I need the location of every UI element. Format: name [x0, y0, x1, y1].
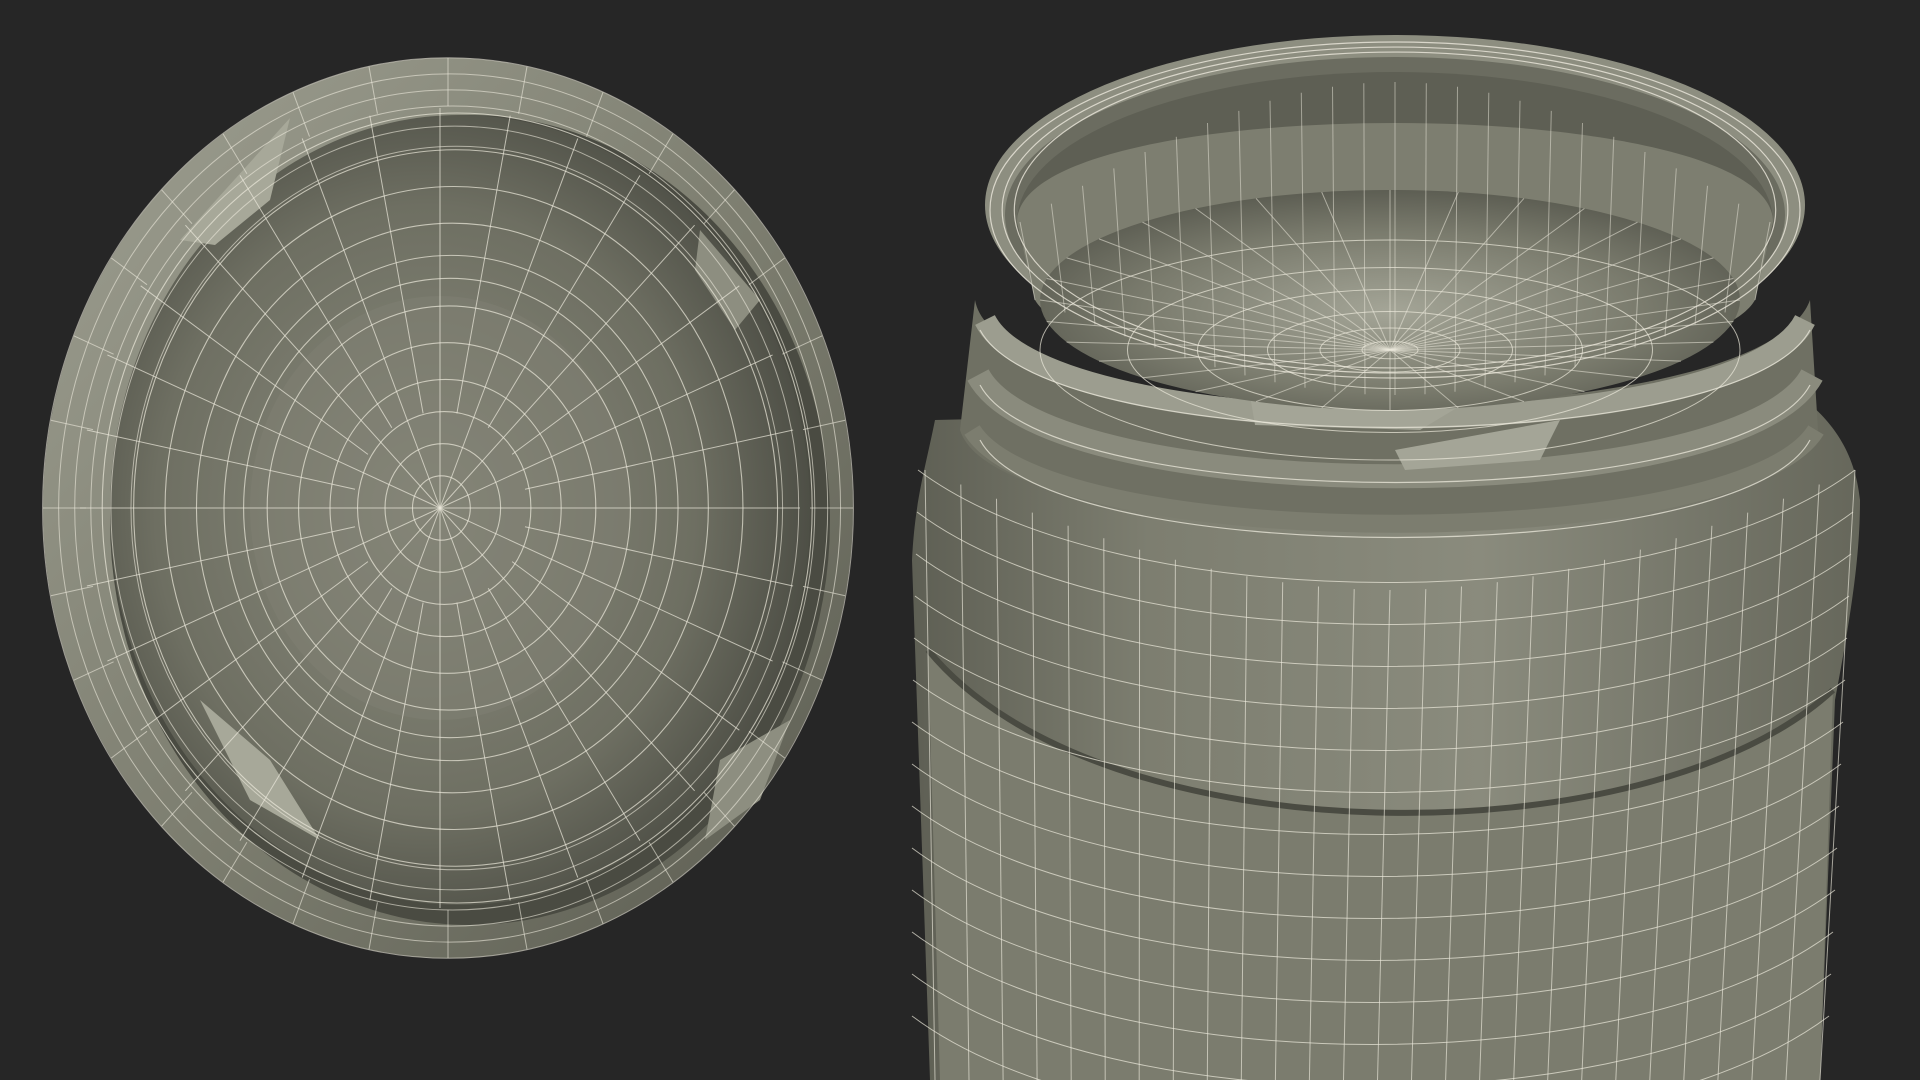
lid-model: [42, 57, 854, 959]
jar-model: [911, 35, 1860, 1080]
render-viewport: [0, 0, 1920, 1080]
